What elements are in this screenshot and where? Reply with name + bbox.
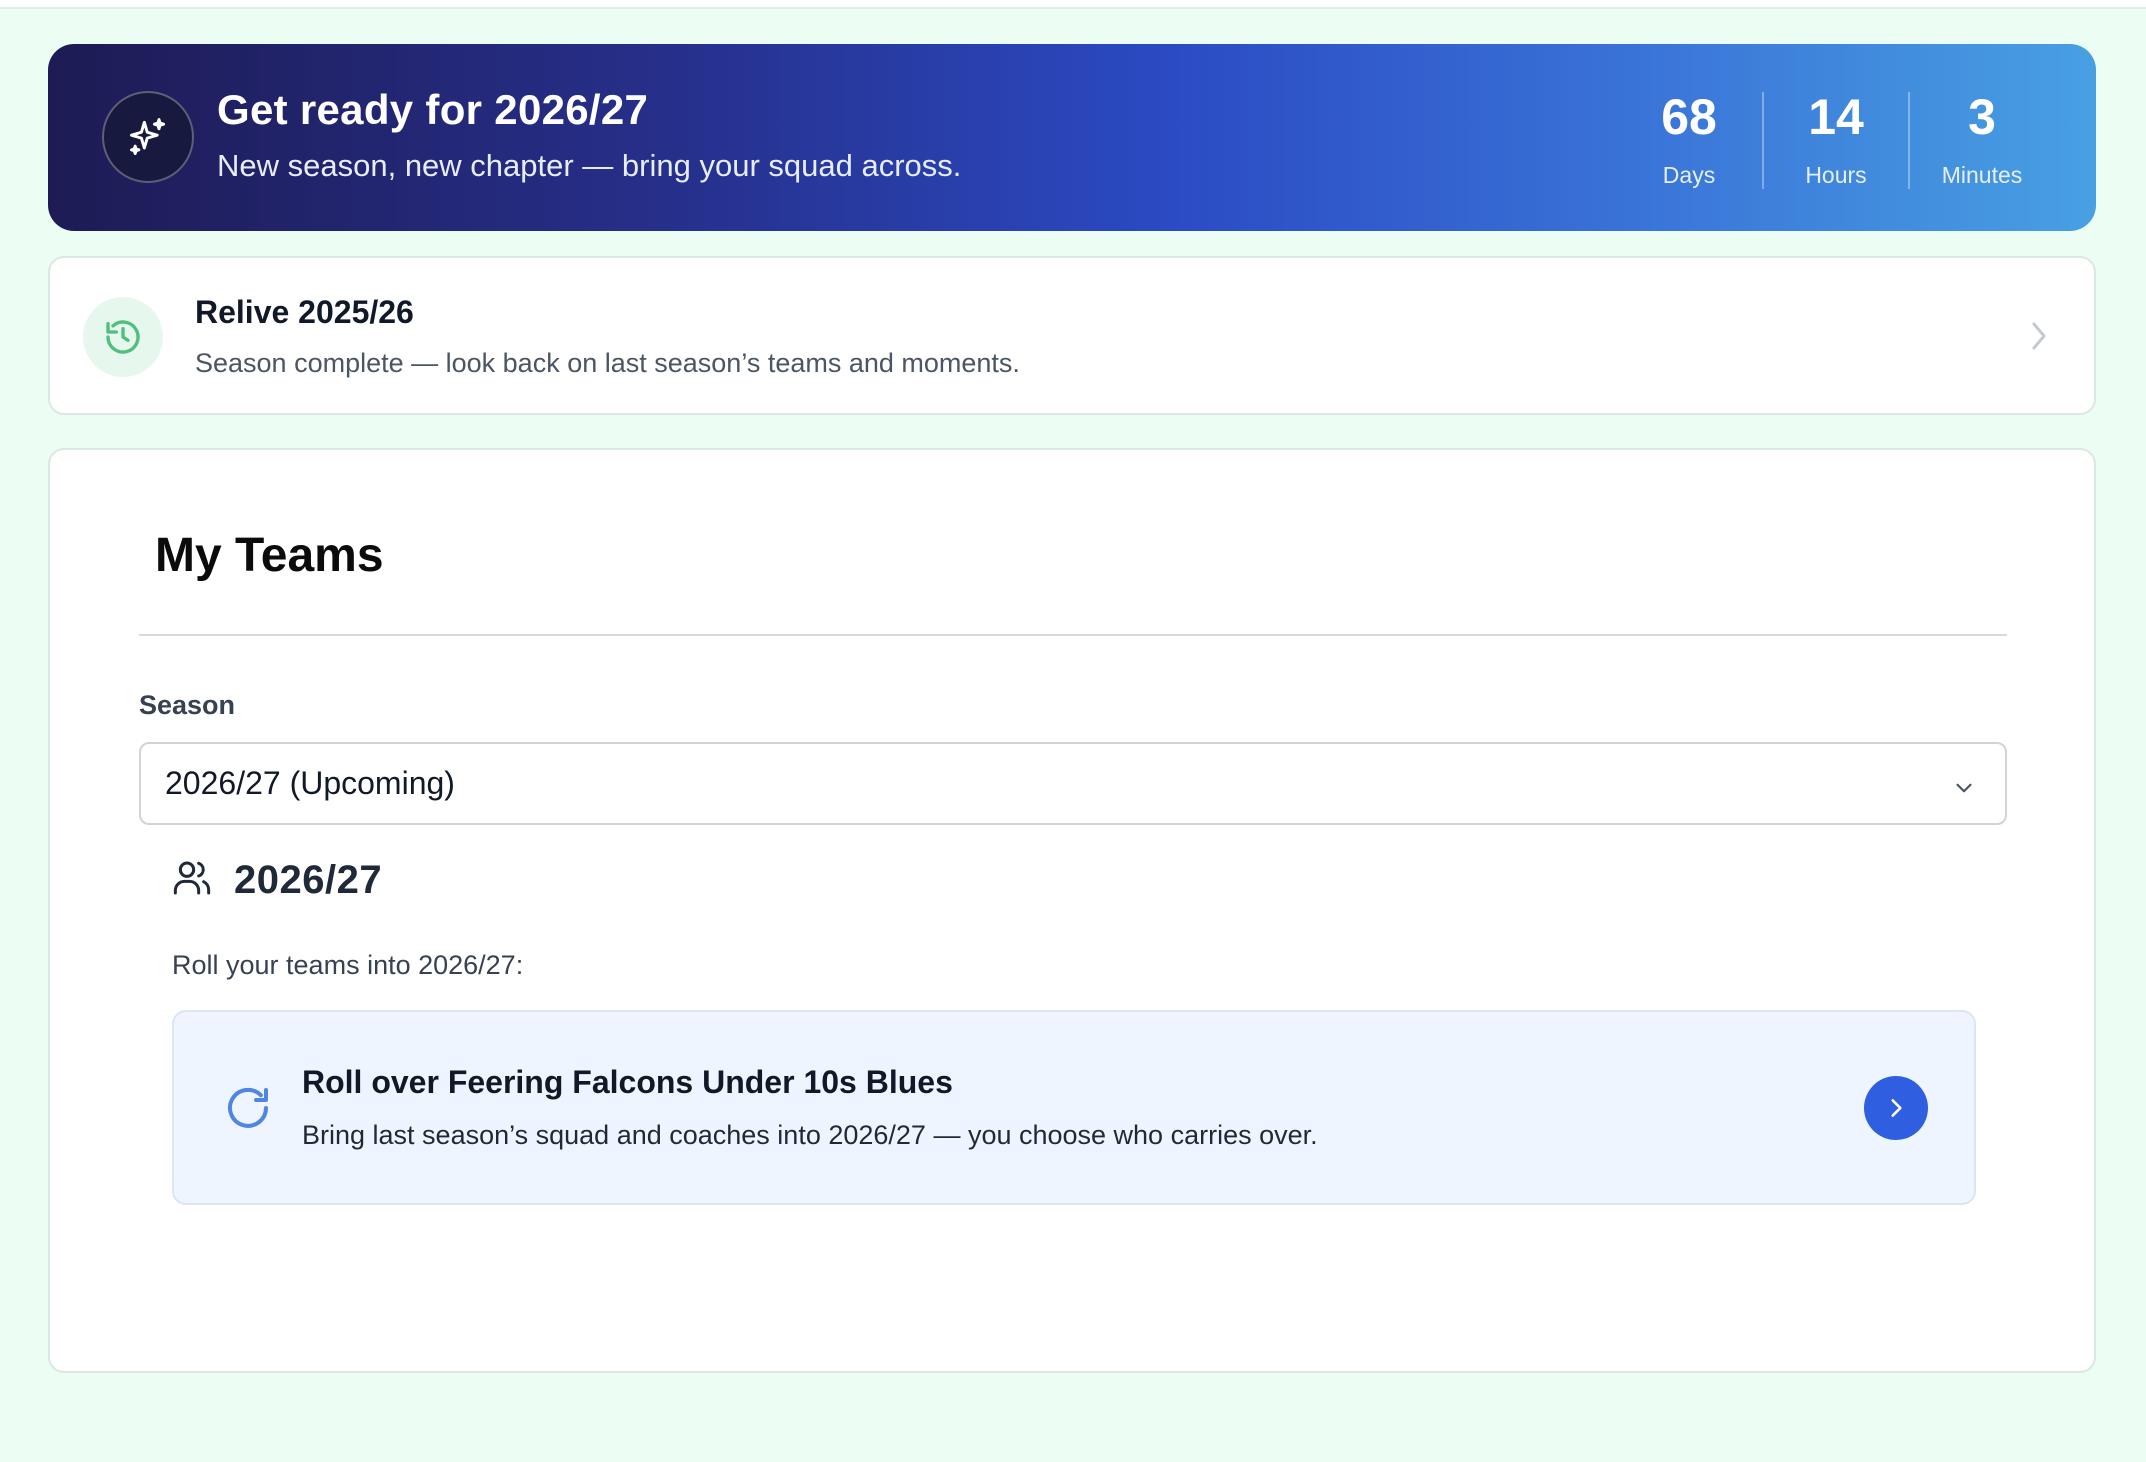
rollover-title: Roll over Feering Falcons Under 10s Blue… xyxy=(302,1064,953,1100)
chevron-right-icon xyxy=(2028,320,2050,357)
relive-season-card[interactable]: Relive 2025/26 Season complete — look ba… xyxy=(48,256,2096,415)
top-border xyxy=(0,0,2146,9)
countdown-days: 68 Days xyxy=(1616,92,1762,189)
banner-subtitle: New season, new chapter — bring your squ… xyxy=(217,148,962,183)
countdown-hours-label: Hours xyxy=(1805,162,1867,188)
countdown-days-label: Days xyxy=(1662,162,1716,188)
countdown-hours: 14 Hours xyxy=(1762,92,1908,189)
relive-subtitle: Season complete — look back on last seas… xyxy=(195,348,1020,378)
sparkles-icon xyxy=(102,91,194,183)
chevron-right-icon xyxy=(1891,1099,1902,1117)
countdown-days-value: 68 xyxy=(1661,89,1717,145)
roll-prompt: Roll your teams into 2026/27: xyxy=(172,950,524,980)
season-label: Season xyxy=(139,690,236,720)
my-teams-card: My Teams Season 2026/27 (Upcoming) 2026/… xyxy=(48,448,2096,1373)
season-select-value: 2026/27 (Upcoming) xyxy=(165,765,455,801)
season-heading-row: 2026/27 xyxy=(172,858,382,903)
history-icon xyxy=(83,297,163,377)
season-countdown-banner: Get ready for 2026/27 New season, new ch… xyxy=(48,44,2096,231)
page-title: My Teams xyxy=(155,529,384,582)
divider xyxy=(139,634,2007,636)
banner-title: Get ready for 2026/27 xyxy=(217,86,649,133)
users-icon xyxy=(172,858,212,903)
countdown-minutes: 3 Minutes xyxy=(1908,92,2054,189)
rollover-go-button[interactable] xyxy=(1864,1076,1928,1140)
season-select[interactable]: 2026/27 (Upcoming) xyxy=(139,742,2007,825)
countdown: 68 Days 14 Hours 3 Minutes xyxy=(1616,92,2054,189)
relive-title: Relive 2025/26 xyxy=(195,294,414,330)
countdown-minutes-value: 3 xyxy=(1968,89,1996,145)
countdown-minutes-label: Minutes xyxy=(1941,162,2023,188)
rollover-team-card[interactable]: Roll over Feering Falcons Under 10s Blue… xyxy=(172,1010,1976,1205)
refresh-icon xyxy=(224,1084,272,1137)
rollover-subtitle: Bring last season’s squad and coaches in… xyxy=(302,1120,1318,1150)
chevron-down-icon xyxy=(1951,772,1977,809)
season-heading: 2026/27 xyxy=(234,858,383,902)
countdown-hours-value: 14 xyxy=(1808,89,1864,145)
